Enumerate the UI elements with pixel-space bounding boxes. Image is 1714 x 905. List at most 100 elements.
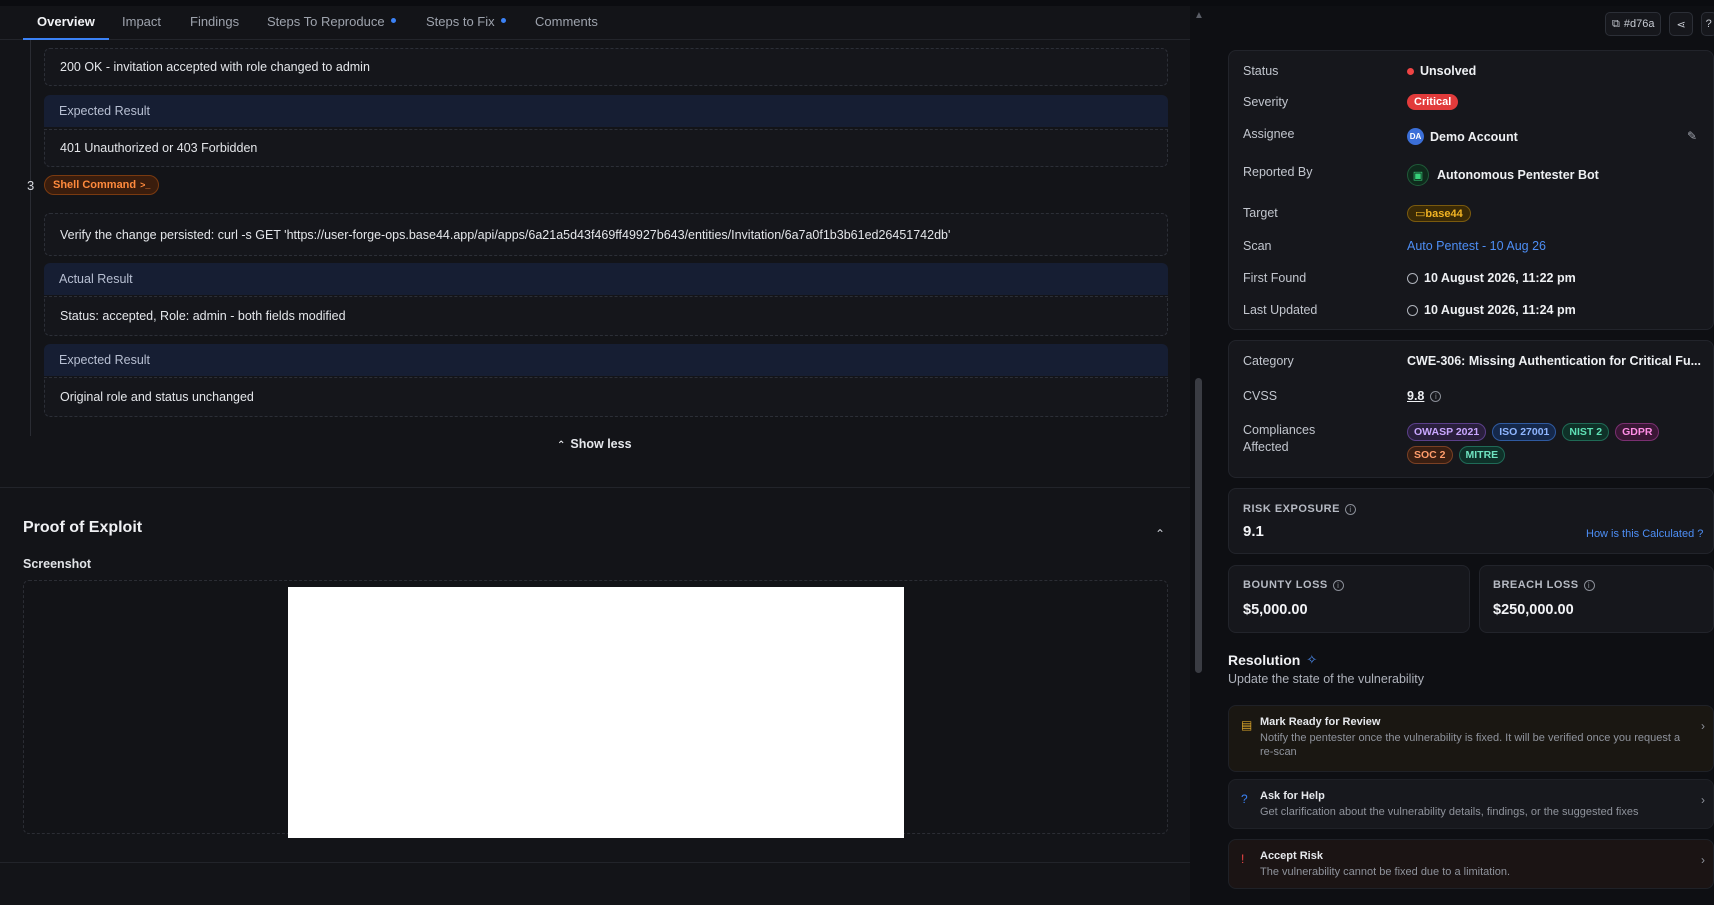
step-number: 3: [27, 178, 35, 193]
resolution-title: Resolution ✧: [1228, 652, 1318, 668]
compliance-tag: NIST 2: [1562, 423, 1610, 441]
edit-pencil-icon[interactable]: ✎: [1687, 129, 1697, 143]
compliance-tag: MITRE: [1458, 446, 1506, 464]
help-icon: ?: [1705, 18, 1712, 30]
info-icon[interactable]: i: [1583, 579, 1595, 591]
severity-label: Severity: [1243, 95, 1289, 109]
compliance-tag: ISO 27001: [1492, 423, 1557, 441]
target-value[interactable]: ▭base44: [1407, 205, 1471, 222]
risk-exposure-card: [1228, 488, 1714, 554]
bounty-loss-label: BOUNTY LOSS i: [1243, 579, 1344, 591]
category-value: CWE-306: Missing Authentication for Crit…: [1407, 354, 1702, 368]
unread-dot-icon: [500, 18, 506, 24]
assignee-label: Assignee: [1243, 127, 1295, 141]
sparkle-icon: ✧: [1306, 652, 1318, 667]
last-updated-value: 10 August 2026, 11:24 pm: [1407, 303, 1576, 317]
scan-label: Scan: [1243, 239, 1272, 253]
tab-bar: Overview Impact Findings Steps To Reprod…: [0, 6, 1190, 40]
first-found-label: First Found: [1243, 271, 1307, 285]
help-button[interactable]: ?: [1700, 12, 1714, 36]
compliance-tag: OWASP 2021: [1407, 423, 1487, 441]
previous-expected-result: 401 Unauthorized or 403 Forbidden: [44, 129, 1168, 167]
section-divider-bottom: [0, 862, 1190, 863]
tab-findings[interactable]: Findings: [190, 14, 239, 40]
info-icon[interactable]: i: [1344, 503, 1356, 515]
chevron-up-icon: ⌃: [557, 440, 566, 451]
compliance-tag: SOC 2: [1407, 446, 1453, 464]
expected-result-heading-2: Expected Result: [44, 344, 1168, 376]
first-found-value: 10 August 2026, 11:22 pm: [1407, 271, 1576, 285]
scan-link[interactable]: Auto Pentest - 10 Aug 26: [1407, 239, 1546, 253]
target-label: Target: [1243, 206, 1278, 220]
risk-exposure-label: RISK EXPOSURE i: [1243, 503, 1356, 515]
scroll-up-arrow-icon[interactable]: ▲: [1194, 10, 1204, 21]
bounty-loss-card: [1228, 565, 1470, 633]
clipboard-icon: ▤: [1241, 718, 1253, 732]
tab-overview[interactable]: Overview: [23, 14, 109, 40]
breach-loss-card: [1479, 565, 1714, 633]
status-label: Status: [1243, 64, 1279, 78]
compliance-tag: GDPR: [1615, 423, 1660, 441]
copy-id-button[interactable]: ⧉ #d76a: [1605, 12, 1662, 36]
chevron-right-icon: ›: [1701, 793, 1705, 807]
steps-timeline: [30, 40, 31, 436]
expected-result-heading: Expected Result: [44, 95, 1168, 127]
risk-exposure-value: 9.1: [1243, 523, 1264, 540]
info-icon[interactable]: i: [1332, 579, 1344, 591]
assignee-value[interactable]: DA Demo Account: [1407, 128, 1518, 145]
proof-of-exploit-title: Proof of Exploit: [23, 519, 143, 536]
tab-steps-to-fix[interactable]: Steps to Fix: [426, 14, 506, 40]
compliances-label: Compliances Affected: [1243, 423, 1316, 454]
status-dot-icon: [1407, 67, 1414, 75]
terminal-icon: >_: [140, 180, 151, 190]
actual-result-value: Status: accepted, Role: admin - both fie…: [44, 296, 1168, 336]
bounty-loss-value: $5,000.00: [1243, 602, 1308, 618]
compliance-tags: OWASP 2021 ISO 27001 NIST 2 GDPR SOC 2 MITRE: [1407, 423, 1707, 469]
actual-result-heading: Actual Result: [44, 263, 1168, 295]
copy-icon: ⧉: [1612, 17, 1620, 30]
breach-loss-label: BREACH LOSS i: [1493, 579, 1595, 591]
clock-icon: [1407, 272, 1418, 284]
help-circle-icon: ?: [1241, 792, 1248, 806]
share-button[interactable]: ⋖: [1669, 12, 1693, 36]
how-calculated-link[interactable]: How is this Calculated ?: [1586, 528, 1703, 540]
reported-by-label: Reported By: [1243, 165, 1313, 179]
accept-risk-button[interactable]: ! Accept Risk The vulnerability cannot b…: [1228, 839, 1714, 889]
breach-loss-value: $250,000.00: [1493, 602, 1574, 618]
shell-command-text: Verify the change persisted: curl -s GET…: [44, 213, 1168, 256]
bot-icon: ▣: [1407, 164, 1429, 186]
resolution-subtitle: Update the state of the vulnerability: [1228, 672, 1424, 686]
chat-icon: ▭: [1415, 208, 1426, 220]
cvss-label: CVSS: [1243, 389, 1278, 403]
cvss-value[interactable]: 9.8 i: [1407, 389, 1442, 403]
severity-badge: Critical: [1407, 94, 1459, 110]
share-icon: ⋖: [1676, 18, 1686, 31]
last-updated-label: Last Updated: [1243, 303, 1318, 317]
collapse-chevron-up-icon[interactable]: ⌃: [1155, 527, 1165, 541]
previous-actual-result: 200 OK - invitation accepted with role c…: [44, 48, 1168, 86]
info-icon[interactable]: i: [1430, 390, 1442, 402]
tab-steps-to-reproduce[interactable]: Steps To Reproduce: [267, 14, 396, 40]
expected-result-value: Original role and status unchanged: [44, 377, 1168, 417]
tab-comments[interactable]: Comments: [535, 14, 598, 40]
details-card: [1228, 50, 1714, 330]
reported-by-value: ▣ Autonomous Pentester Bot: [1407, 164, 1599, 186]
ask-for-help-button[interactable]: ? Ask for Help Get clarification about t…: [1228, 779, 1714, 829]
chevron-right-icon: ›: [1701, 719, 1705, 733]
exploit-screenshot-image[interactable]: [288, 587, 904, 838]
unread-dot-icon: [390, 18, 396, 24]
section-divider: [0, 487, 1190, 488]
clock-icon: [1407, 304, 1418, 316]
screenshot-label: Screenshot: [23, 557, 92, 571]
scrollbar-thumb[interactable]: [1195, 378, 1202, 673]
shell-command-badge: Shell Command >_: [44, 175, 160, 195]
header-actions: ⧉ #d76a ⋖ ?: [1605, 12, 1714, 36]
tab-impact[interactable]: Impact: [122, 14, 161, 40]
status-value: Unsolved: [1407, 64, 1476, 78]
avatar: DA: [1407, 128, 1424, 145]
category-label: Category: [1243, 354, 1294, 368]
mark-ready-for-review-button[interactable]: ▤ Mark Ready for Review Notify the pente…: [1228, 705, 1714, 772]
target-chip: ▭base44: [1407, 205, 1471, 222]
show-less-button[interactable]: ⌃ Show less: [557, 437, 632, 451]
chevron-right-icon: ›: [1701, 853, 1705, 867]
